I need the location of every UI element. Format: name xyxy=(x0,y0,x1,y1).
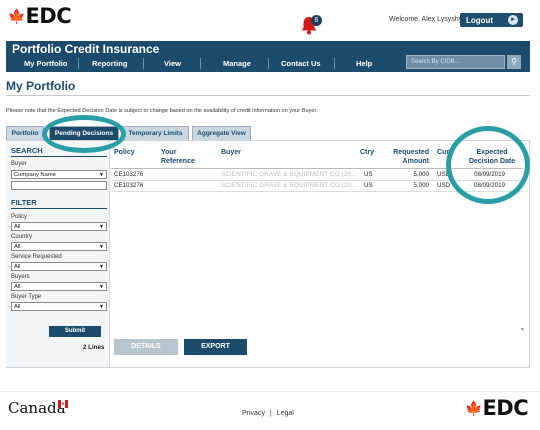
canada-flag-icon: ♦ xyxy=(58,400,68,408)
nav-separator xyxy=(268,58,269,69)
column-label-line: Amount xyxy=(402,158,429,165)
row-2-amount: 5,000 xyxy=(413,182,429,189)
buyers-filter-select[interactable]: All ▼ xyxy=(11,282,107,291)
nav-separator xyxy=(143,58,144,69)
submit-filter-button[interactable]: Submit xyxy=(49,326,101,337)
edc-footer-logo[interactable]: 🍁 EDC xyxy=(465,396,529,420)
row-2-country: US xyxy=(364,182,373,189)
scroll-down-icon[interactable]: ▼ xyxy=(520,327,525,333)
app-title: Portfolio Credit Insurance xyxy=(12,42,160,56)
nav-manage[interactable]: Manage xyxy=(223,59,251,68)
chevron-down-icon: ▼ xyxy=(99,264,104,270)
details-button[interactable]: DETAILS xyxy=(114,339,178,355)
column-buyer[interactable]: Buyer xyxy=(221,148,241,157)
filter-section-rule xyxy=(11,208,107,209)
service-requested-filter-label: Service Requested xyxy=(11,254,62,260)
logout-button[interactable]: Logout ▸ xyxy=(460,13,523,27)
chevron-down-icon: ▼ xyxy=(99,284,104,290)
edc-footer-logo-text: EDC xyxy=(482,396,529,420)
search-section-title: SEARCH xyxy=(11,146,43,155)
row-2-policy[interactable]: CE103276 xyxy=(114,182,143,189)
row-2-currency: USD xyxy=(437,182,451,189)
country-filter-select[interactable]: All ▼ xyxy=(11,242,107,251)
policy-filter-label: Policy xyxy=(11,214,28,220)
select-value: All xyxy=(14,224,21,230)
column-country[interactable]: Ctry xyxy=(360,148,374,157)
service-requested-filter-select[interactable]: All ▼ xyxy=(11,262,107,271)
nav-reporting[interactable]: Reporting xyxy=(92,59,127,68)
footer-divider xyxy=(0,391,540,392)
flag-band xyxy=(65,400,68,408)
search-section-rule xyxy=(11,156,107,157)
column-label-line: Requested xyxy=(393,149,429,156)
buyer-search-input[interactable] xyxy=(11,181,107,190)
pending-decisions-callout xyxy=(42,115,126,153)
column-your-reference[interactable]: Your Reference xyxy=(161,148,195,166)
export-button[interactable]: EXPORT xyxy=(184,339,247,355)
nav-my-portfolio[interactable]: My Portfolio xyxy=(24,59,67,68)
footer-separator: | xyxy=(269,410,272,417)
line-count: 2 Lines xyxy=(83,344,105,351)
filter-section-title: FILTER xyxy=(11,198,37,207)
privacy-link[interactable]: Privacy xyxy=(242,410,265,417)
footer-links: Privacy | Legal xyxy=(242,410,294,417)
search-filter-sidebar: SEARCH Buyer Company Name ▼ FILTER Policy… xyxy=(6,141,110,367)
edc-logo-text: EDC xyxy=(25,4,72,28)
buyer-search-type-select[interactable]: Company Name ▼ xyxy=(11,170,107,179)
title-divider xyxy=(6,95,530,96)
maple-leaf-icon: 🍁 xyxy=(465,400,483,416)
select-value: All xyxy=(14,304,21,310)
chevron-down-icon: ▼ xyxy=(99,172,104,178)
column-label-line: Your xyxy=(161,149,177,156)
app-banner: Portfolio Credit Insurance My Portfolio … xyxy=(6,41,530,72)
decision-date-callout xyxy=(446,126,530,204)
row-2-buyer[interactable]: SCIENTIFIC GRAVE & EQUIPMENT CO (20... xyxy=(221,182,357,189)
row-1-country: US xyxy=(364,171,373,178)
welcome-text: Welcome, Alex Lysyshyn | xyxy=(389,16,470,23)
tab-temporary-limits[interactable]: Temporary Limits xyxy=(122,126,189,140)
legal-link[interactable]: Legal xyxy=(277,410,294,417)
page-title: My Portfolio xyxy=(6,79,76,93)
nav-separator xyxy=(200,58,201,69)
buyers-filter-label: Buyers xyxy=(11,274,30,280)
logout-label: Logout xyxy=(466,15,494,25)
buyer-type-filter-label: Buyer Type xyxy=(11,294,42,300)
canada-wordmark: Canada xyxy=(8,399,66,417)
nav-help[interactable]: Help xyxy=(356,59,372,68)
tab-portfolio[interactable]: Portfolio xyxy=(6,126,44,140)
chevron-down-icon: ▼ xyxy=(99,244,104,250)
select-value: Company Name xyxy=(14,172,56,178)
chevron-down-icon: ▼ xyxy=(99,304,104,310)
row-1-buyer[interactable]: SCIENTIFIC GRAVE & EQUIPMENT CO (20... xyxy=(221,171,357,178)
row-1-policy[interactable]: CE103276 xyxy=(114,171,143,178)
nav-view[interactable]: View xyxy=(164,59,181,68)
country-filter-label: Country xyxy=(11,234,33,240)
search-icon[interactable]: ⚲ xyxy=(507,55,521,69)
select-value: All xyxy=(14,244,21,250)
chevron-down-icon: ▼ xyxy=(99,224,104,230)
buyer-label: Buyer xyxy=(11,161,27,167)
cidb-search-input[interactable]: Search By CIDB... xyxy=(406,55,505,69)
row-1-amount: 5,000 xyxy=(413,171,429,178)
nav-separator xyxy=(334,58,335,69)
edc-logo[interactable]: 🍁 EDC xyxy=(8,4,72,28)
buyer-type-filter-select[interactable]: All ▼ xyxy=(11,302,107,311)
column-requested-amount[interactable]: Requested Amount xyxy=(389,148,429,166)
column-label-line: Reference xyxy=(161,158,195,165)
nav-separator xyxy=(78,58,79,69)
maple-leaf-icon: 🍁 xyxy=(8,8,26,24)
column-policy[interactable]: Policy xyxy=(114,148,135,157)
policy-filter-select[interactable]: All ▼ xyxy=(11,222,107,231)
notification-count-badge: 6 xyxy=(311,15,322,26)
select-value: All xyxy=(14,264,21,270)
tab-aggregate-view[interactable]: Aggregate View xyxy=(192,126,251,140)
select-value: All xyxy=(14,284,21,290)
decision-date-notice: Please note that the Expected Decision D… xyxy=(6,108,318,114)
nav-contact-us[interactable]: Contact Us xyxy=(281,59,321,68)
arrow-right-icon: ▸ xyxy=(508,15,518,25)
